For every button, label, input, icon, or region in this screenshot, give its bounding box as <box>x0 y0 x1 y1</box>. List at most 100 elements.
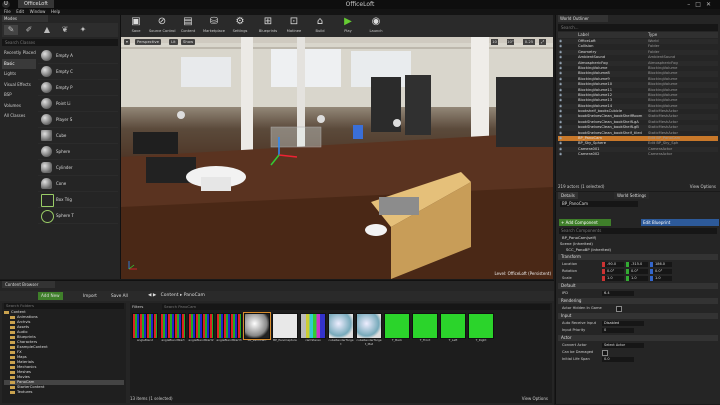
paint-mode-icon[interactable]: ✐ <box>22 25 36 35</box>
launch-button[interactable]: ◉ Launch <box>363 16 389 35</box>
matinee-button[interactable]: ⊡ Matinee <box>281 16 307 35</box>
asset-tile[interactable]: angleBlendStart2 <box>188 313 214 353</box>
can-be-damaged-checkbox[interactable] <box>602 349 608 356</box>
category-basic[interactable]: Basic <box>2 58 36 69</box>
asset-tile[interactable]: cubeRenderTarget_Mat <box>356 313 382 353</box>
asset-tile[interactable]: T_Left <box>440 313 466 353</box>
placeable-item[interactable]: Empty A <box>38 48 118 64</box>
placeable-item[interactable]: Box Trig <box>38 192 118 208</box>
placeable-item[interactable]: Sphere T <box>38 208 118 224</box>
asset-tile[interactable]: BP_PanoCam <box>243 312 271 353</box>
folder-item[interactable]: Textures <box>4 390 124 395</box>
auto-receive-input-dropdown[interactable]: Disabled <box>602 320 644 326</box>
show-button[interactable]: Show <box>181 39 196 45</box>
placeable-item[interactable]: Cylinder <box>38 160 118 176</box>
outliner-row[interactable]: ◉ Camera002 CameraActor <box>558 152 718 157</box>
play-button[interactable]: ▶ Play <box>335 16 361 35</box>
category-all-classes[interactable]: All Classes <box>2 111 36 122</box>
content-view-options[interactable]: View Options <box>522 396 548 401</box>
lit-button[interactable]: Lit <box>169 39 178 45</box>
scale-y-field[interactable]: 1.0 <box>626 275 648 281</box>
marketplace-button[interactable]: ⛁ Marketplace <box>201 16 227 35</box>
content-button[interactable]: ▤ Content <box>175 16 201 35</box>
window-controls[interactable]: –□✕ <box>687 0 716 9</box>
placeable-item[interactable]: Point Li <box>38 96 118 112</box>
location-z-field[interactable]: 186.0 <box>650 261 672 267</box>
placeable-item[interactable]: Empty P <box>38 80 118 96</box>
import-button[interactable]: Import <box>80 292 100 300</box>
placeable-item[interactable]: Player S <box>38 112 118 128</box>
foliage-mode-icon[interactable]: ❦ <box>58 25 72 35</box>
rotation-y-field[interactable]: 0.0° <box>626 268 648 274</box>
location-y-field[interactable]: -315.0 <box>626 261 648 267</box>
type-column-header[interactable]: Type <box>648 32 657 38</box>
default-section[interactable]: Default <box>558 283 718 289</box>
scale-z-field[interactable]: 1.0 <box>650 275 672 281</box>
breadcrumb-content[interactable]: Content <box>161 293 179 298</box>
asset-tile[interactable]: angleBlendStart3 <box>216 313 242 353</box>
save-all-button[interactable]: Save All <box>108 292 131 300</box>
landscape-mode-icon[interactable]: ▲ <box>40 25 54 35</box>
geometry-mode-icon[interactable]: ✦ <box>76 25 90 35</box>
actor-section[interactable]: Actor <box>558 335 718 341</box>
category-lights[interactable]: Lights <box>2 69 36 80</box>
asset-tile[interactable]: camStereo <box>300 313 326 353</box>
search-folders-input[interactable]: Search Folders <box>4 303 124 309</box>
viewport-options-button[interactable]: ▾ <box>124 39 130 45</box>
asset-tile[interactable]: angleBlend <box>132 313 158 353</box>
outliner-tab[interactable]: World Outliner <box>558 15 608 22</box>
placeable-item[interactable]: Sphere <box>38 144 118 160</box>
ipd-field[interactable]: 6.4 <box>602 290 634 296</box>
asset-tile[interactable]: T_Front <box>412 313 438 353</box>
initial-life-span-field[interactable]: 0.0 <box>602 356 634 362</box>
hidden-in-game-checkbox[interactable] <box>616 305 622 312</box>
add-new-button[interactable]: Add New <box>38 292 63 300</box>
scale-snap-value[interactable]: 0.25 <box>523 39 535 45</box>
place-mode-icon[interactable]: ✎ <box>4 25 18 35</box>
level-tab[interactable]: OfficeLoft <box>18 0 54 8</box>
asset-tile[interactable]: T_Right <box>468 313 494 353</box>
maximize-icon[interactable]: □ <box>695 1 706 8</box>
blueprints-button[interactable]: ⊞ Blueprints <box>255 16 281 35</box>
location-x-field[interactable]: -90.0 <box>602 261 624 267</box>
asset-tile[interactable]: angleBlendStart <box>160 313 186 353</box>
placeable-item[interactable]: Cube <box>38 128 118 144</box>
actor-name-field[interactable]: BP_PanoCam <box>560 201 638 207</box>
tab-details[interactable]: Details <box>558 192 578 199</box>
input-priority-field[interactable]: 0 <box>602 327 634 333</box>
rotation-z-field[interactable]: 0.0° <box>650 268 672 274</box>
close-icon[interactable]: ✕ <box>706 1 716 8</box>
rotation-x-field[interactable]: 0.0° <box>602 268 624 274</box>
unreal-logo-icon[interactable]: U <box>2 1 10 8</box>
build-button[interactable]: ⌂ Build <box>307 16 333 35</box>
input-section[interactable]: Input <box>558 313 718 319</box>
convert-actor-dropdown[interactable]: Select Actor <box>602 342 644 348</box>
maximize-viewport-icon[interactable]: ⤢ <box>539 39 546 45</box>
search-components-input[interactable]: Search Components <box>559 228 717 234</box>
outliner-search-input[interactable]: Search... <box>558 24 718 31</box>
asset-tile[interactable]: BP_PanoCapture <box>272 313 298 353</box>
category-volumes[interactable]: Volumes <box>2 101 36 112</box>
component-scc[interactable]: SCC_PanoBP (Inherited) <box>566 247 611 253</box>
placeable-item[interactable]: Cone <box>38 176 118 192</box>
perspective-button[interactable]: Perspective <box>135 39 161 45</box>
source-control-button[interactable]: ⊘ Source Control <box>149 16 175 35</box>
search-classes-input[interactable]: Search Classes <box>2 39 118 46</box>
content-browser-tab[interactable]: Content Browser <box>2 281 55 288</box>
category-recently-placed[interactable]: Recently Placed <box>2 48 36 59</box>
add-component-button[interactable]: + Add Component <box>559 219 611 226</box>
asset-tile[interactable]: T_Back <box>384 313 410 353</box>
category-visual-effects[interactable]: Visual Effects <box>2 80 36 91</box>
rotation-snap-value[interactable]: 10° <box>507 39 514 45</box>
category-bsp[interactable]: BSP <box>2 90 36 101</box>
label-column-header[interactable]: Label <box>578 32 589 38</box>
settings-button[interactable]: ⚙ Settings <box>227 16 253 35</box>
back-icon[interactable]: ◀ ▶ <box>148 293 159 298</box>
rendering-section[interactable]: Rendering <box>558 298 718 304</box>
visibility-eye-icon[interactable]: ◉ <box>559 152 562 157</box>
grid-snap-value[interactable]: 10 <box>491 39 498 45</box>
outliner-view-options[interactable]: View Options <box>690 183 716 190</box>
transform-section[interactable]: Transform <box>558 254 718 260</box>
breadcrumb-panocam[interactable]: PanoCam <box>184 293 205 298</box>
asset-tile[interactable]: cubeRenderTarget <box>328 313 354 353</box>
